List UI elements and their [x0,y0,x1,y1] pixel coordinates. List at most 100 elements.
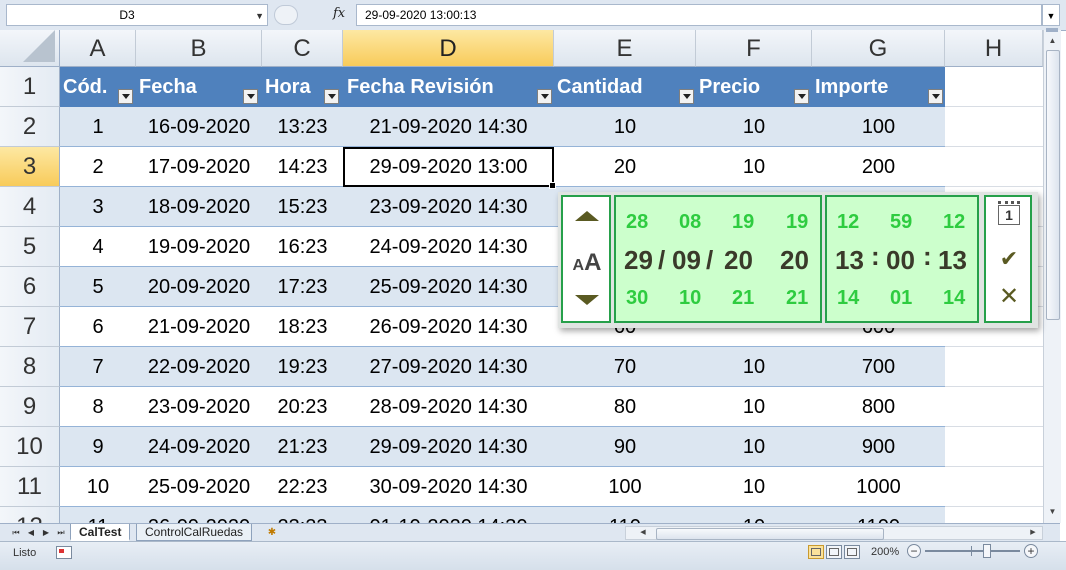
table-cell[interactable]: 21:23 [262,427,343,467]
zoom-level[interactable]: 200% [871,546,899,558]
table-cell[interactable]: 14:23 [262,147,343,187]
table-cell[interactable]: 30-09-2020 14:30 [343,467,554,507]
row-header-11[interactable]: 11 [0,467,60,507]
vertical-scroll-thumb[interactable] [1046,50,1060,320]
table-cell[interactable]: 22-09-2020 [136,347,262,387]
table-cell[interactable]: 25-09-2020 [136,467,262,507]
table-cell[interactable]: 80 [554,387,696,427]
column-header-h[interactable]: H [945,30,1043,67]
row-header-12[interactable]: 12 [0,507,60,523]
table-cell[interactable]: 17-09-2020 [136,147,262,187]
table-cell[interactable]: 110 [554,507,696,523]
table-cell[interactable]: 17:23 [262,267,343,307]
formula-input[interactable]: 29-09-2020 13:00:13 [356,4,1042,26]
row-header-8[interactable]: 8 [0,347,60,387]
column-header-a[interactable]: A [60,30,136,67]
table-cell[interactable]: 10 [696,467,812,507]
filter-dropdown-icon[interactable] [794,89,809,104]
table-cell[interactable]: 9 [60,427,136,467]
table-cell[interactable]: 18-09-2020 [136,187,262,227]
empty-cell-h[interactable] [945,67,1043,107]
table-cell[interactable]: 29-09-2020 14:30 [343,427,554,467]
table-cell[interactable]: 900 [812,427,945,467]
row-header-10[interactable]: 10 [0,427,60,467]
filter-dropdown-icon[interactable] [537,89,552,104]
table-cell[interactable]: 100 [812,107,945,147]
next-sheet-icon[interactable]: ▶ [40,526,52,539]
date-day-current[interactable]: 29 [624,245,653,276]
expand-formula-bar-icon[interactable]: ▼ [1042,4,1060,26]
date-day-next[interactable]: 30 [626,287,648,310]
table-cell[interactable]: 10 [696,387,812,427]
date-century-next[interactable]: 21 [732,287,754,310]
table-cell[interactable]: 21-09-2020 14:30 [343,107,554,147]
table-cell[interactable]: 26-09-2020 14:30 [343,307,554,347]
table-cell[interactable]: 1000 [812,467,945,507]
wheel-down-arrow-icon[interactable] [575,295,599,305]
table-cell[interactable]: 23-09-2020 [136,387,262,427]
table-cell[interactable]: 3 [60,187,136,227]
date-century-prev[interactable]: 19 [732,211,754,234]
table-cell[interactable]: 20-09-2020 [136,267,262,307]
horizontal-scrollbar[interactable]: ◀ ▶ [625,526,1043,540]
sheet-tab-caltest[interactable]: CalTest [70,524,131,541]
table-cell[interactable]: 100 [554,467,696,507]
empty-cell-h[interactable] [945,107,1043,147]
table-cell[interactable]: 26-09-2020 [136,507,262,523]
row-header-4[interactable]: 4 [0,187,60,227]
table-cell[interactable]: 10 [696,427,812,467]
empty-cell-h[interactable] [945,427,1043,467]
first-sheet-icon[interactable]: ⏮ [10,526,22,539]
zoom-slider-thumb[interactable] [983,544,991,558]
prev-sheet-icon[interactable]: ◀ [25,526,37,539]
row-header-3[interactable]: 3 [0,147,60,187]
table-cell[interactable]: 21-09-2020 [136,307,262,347]
empty-cell-h[interactable] [945,507,1043,523]
table-cell[interactable]: 10 [554,107,696,147]
empty-cell-h[interactable] [945,387,1043,427]
horizontal-scroll-thumb[interactable] [656,528,884,540]
table-cell[interactable]: 700 [812,347,945,387]
scroll-up-icon[interactable]: ▲ [1044,34,1061,48]
accept-check-icon[interactable]: ✔ [996,247,1022,271]
table-cell[interactable]: 5 [60,267,136,307]
zoom-slider[interactable] [925,546,1020,556]
column-header-f[interactable]: F [696,30,812,67]
table-cell[interactable]: 10 [696,507,812,523]
empty-cell-h[interactable] [945,467,1043,507]
empty-cell-h[interactable] [945,147,1043,187]
table-cell[interactable]: 90 [554,427,696,467]
sheet-tab-controlcalruedas[interactable]: ControlCalRuedas [136,524,253,541]
time-hour-next[interactable]: 14 [837,287,859,310]
table-cell[interactable]: 6 [60,307,136,347]
date-wheel-panel[interactable]: 28 08 19 19 29 / 09 / 20 20 30 10 21 21 [614,195,822,323]
insert-function-icon[interactable]: fx [333,6,345,21]
row-header-5[interactable]: 5 [0,227,60,267]
filter-dropdown-icon[interactable] [928,89,943,104]
time-second-next[interactable]: 14 [943,287,965,310]
row-header-2[interactable]: 2 [0,107,60,147]
column-header-d[interactable]: D [343,30,554,67]
table-cell[interactable]: 15:23 [262,187,343,227]
scroll-left-icon[interactable]: ◀ [636,527,650,539]
table-cell[interactable]: 70 [554,347,696,387]
empty-cell-h[interactable] [945,347,1043,387]
time-wheel-panel[interactable]: 12 59 12 13 : 00 : 13 14 01 14 [825,195,979,323]
table-cell[interactable]: 19:23 [262,347,343,387]
table-cell[interactable]: 23:23 [262,507,343,523]
wheel-up-arrow-icon[interactable] [575,211,599,221]
table-cell[interactable]: 27-09-2020 14:30 [343,347,554,387]
time-minute-next[interactable]: 01 [890,287,912,310]
time-minute-current[interactable]: 00 [886,245,915,276]
table-cell[interactable]: 13:23 [262,107,343,147]
time-hour-current[interactable]: 13 [835,245,864,276]
split-handle[interactable] [1046,28,1058,32]
table-cell[interactable]: 200 [812,147,945,187]
date-century-current[interactable]: 20 [724,245,753,276]
date-year-prev[interactable]: 19 [786,211,808,234]
page-break-view-icon[interactable] [844,545,860,559]
date-year-next[interactable]: 21 [786,287,808,310]
last-sheet-icon[interactable]: ⏭ [55,526,67,539]
formula-bar-grip[interactable] [274,5,298,25]
filter-dropdown-icon[interactable] [679,89,694,104]
